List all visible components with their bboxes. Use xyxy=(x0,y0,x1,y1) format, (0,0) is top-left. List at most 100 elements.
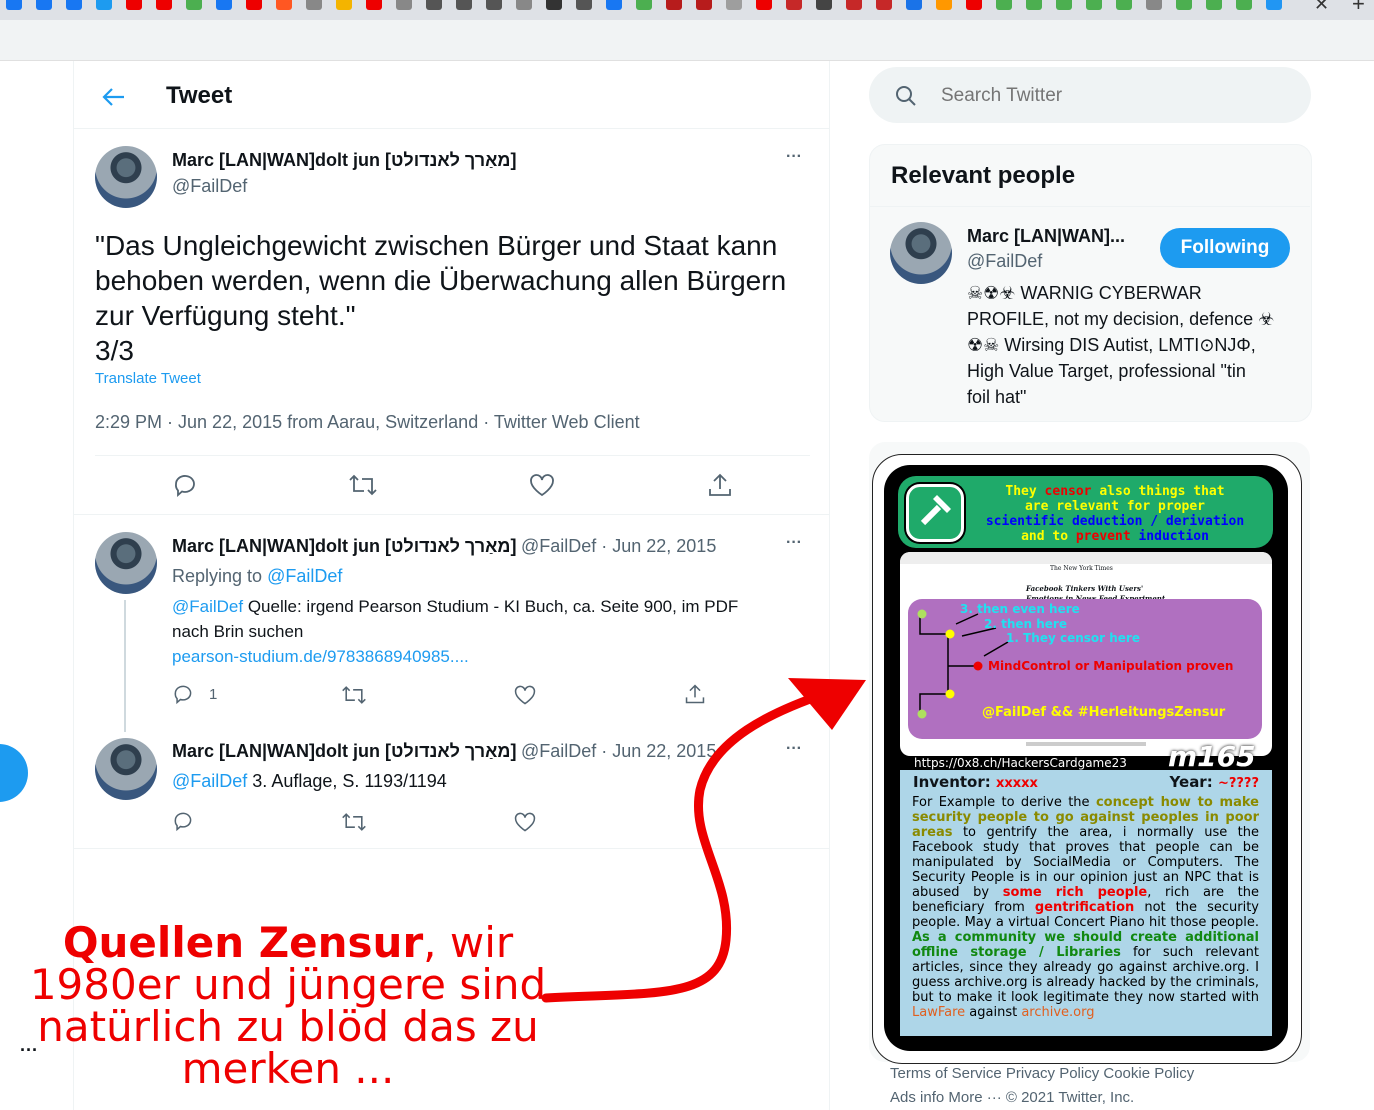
diagram-label: 2. then here xyxy=(984,617,1067,631)
browser-tab-favicon-icon[interactable] xyxy=(1086,0,1102,10)
inventor-label: Inventor: xyxy=(913,773,996,791)
card-text: scientific deduction / derivation xyxy=(985,514,1245,529)
browser-tab-favicon-icon[interactable] xyxy=(36,0,52,10)
author-handle[interactable]: @FailDef xyxy=(172,176,247,197)
browser-tab-favicon-icon[interactable] xyxy=(6,0,22,10)
more-options-icon[interactable]: ··· xyxy=(786,148,802,166)
browser-tab-favicon-icon[interactable] xyxy=(936,0,952,10)
card-screenshot: The New York Times Facebook Tinkers With… xyxy=(900,552,1272,756)
browser-tab-favicon-icon[interactable] xyxy=(1206,0,1222,10)
browser-tab-favicon-icon[interactable] xyxy=(246,0,262,10)
compose-tweet-button[interactable] xyxy=(0,744,28,802)
footer-links[interactable]: Terms of Service Privacy Policy Cookie P… xyxy=(890,1062,1270,1110)
browser-tab-favicon-icon[interactable] xyxy=(546,0,562,10)
retweet-icon[interactable] xyxy=(341,684,367,706)
avatar[interactable] xyxy=(95,738,157,800)
author-name[interactable]: Marc [LAN|WAN]dolt jun [מאַרך לאנדולט] xyxy=(172,150,517,171)
search-box[interactable] xyxy=(869,67,1311,123)
share-icon[interactable] xyxy=(707,472,733,498)
browser-tab-favicon-icon[interactable] xyxy=(786,0,802,10)
tweet-text-line: behoben werden, wenn die Überwachung all… xyxy=(95,265,787,296)
browser-tab-favicon-icon[interactable] xyxy=(1056,0,1072,10)
browser-tab-favicon-icon[interactable] xyxy=(1266,0,1282,10)
browser-tab-favicon-icon[interactable] xyxy=(276,0,292,10)
browser-tab-favicon-icon[interactable] xyxy=(816,0,832,10)
browser-tab-favicon-icon[interactable] xyxy=(396,0,412,10)
close-tab-icon[interactable]: ✕ xyxy=(1314,0,1329,15)
browser-tab-favicon-icon[interactable] xyxy=(336,0,352,10)
browser-tab-favicon-icon[interactable] xyxy=(426,0,442,10)
browser-tab-favicon-icon[interactable] xyxy=(306,0,322,10)
browser-tab-favicon-icon[interactable] xyxy=(1146,0,1162,10)
browser-tab-favicon-icon[interactable] xyxy=(1236,0,1252,10)
mention-link[interactable]: @FailDef xyxy=(172,771,247,791)
avatar[interactable] xyxy=(890,222,952,284)
search-input[interactable] xyxy=(939,81,1283,111)
card-text: They xyxy=(1005,484,1045,499)
tweet-text-line: "Das Ungleichgewicht zwischen Bürger und… xyxy=(95,230,778,261)
browser-tab-favicon-icon[interactable] xyxy=(906,0,922,10)
search-icon xyxy=(896,86,916,106)
browser-tab-favicon-icon[interactable] xyxy=(516,0,532,10)
browser-tab-favicon-icon[interactable] xyxy=(756,0,772,10)
browser-tab-favicon-icon[interactable] xyxy=(996,0,1012,10)
author-name[interactable]: Marc [LAN|WAN]dolt jun [מאַרך לאנדולט] xyxy=(172,536,517,556)
new-tab-icon[interactable]: + xyxy=(1352,0,1365,17)
browser-tab-favicon-icon[interactable] xyxy=(1176,0,1192,10)
reply-icon[interactable] xyxy=(172,683,194,705)
browser-tab-favicon-icon[interactable] xyxy=(846,0,862,10)
external-link[interactable]: pearson-studium.de/9783868940985.... xyxy=(172,647,469,666)
browser-tab-favicon-icon[interactable] xyxy=(156,0,172,10)
translate-tweet-link[interactable]: Translate Tweet xyxy=(95,370,201,387)
reply-icon[interactable] xyxy=(172,472,198,498)
footer-line[interactable]: Ads info More ··· © 2021 Twitter, Inc. xyxy=(890,1086,1270,1110)
browser-tab-favicon-icon[interactable] xyxy=(696,0,712,10)
browser-tab-favicon-icon[interactable] xyxy=(636,0,652,10)
card-header-text: They censor also things that are relevan… xyxy=(965,484,1265,544)
footer-line[interactable]: Terms of Service Privacy Policy Cookie P… xyxy=(890,1062,1270,1086)
following-button[interactable]: Following xyxy=(1160,228,1290,268)
browser-tab-favicon-icon[interactable] xyxy=(216,0,232,10)
reply-icon[interactable] xyxy=(172,810,194,832)
browser-tab-favicon-icon[interactable] xyxy=(456,0,472,10)
more-options-icon[interactable]: ··· xyxy=(786,534,802,552)
avatar[interactable] xyxy=(95,146,157,208)
avatar[interactable] xyxy=(95,532,157,594)
browser-tab-favicon-icon[interactable] xyxy=(96,0,112,10)
person-handle[interactable]: @FailDef xyxy=(967,251,1042,272)
author-name[interactable]: Marc [LAN|WAN]dolt jun [מאַרך לאנדולט] xyxy=(172,741,517,761)
tweet-timestamp: 2:29 PM · Jun 22, 2015 from Aarau, Switz… xyxy=(95,412,640,432)
mention-link[interactable]: @FailDef xyxy=(172,597,243,616)
browser-tab-favicon-icon[interactable] xyxy=(966,0,982,10)
like-icon[interactable] xyxy=(513,811,537,833)
browser-tab-favicon-icon[interactable] xyxy=(876,0,892,10)
card-text: censor xyxy=(1044,484,1092,499)
browser-tab-favicon-icon[interactable] xyxy=(666,0,682,10)
like-icon[interactable] xyxy=(528,473,556,497)
year-value: ~???? xyxy=(1217,776,1259,791)
browser-tab-favicon-icon[interactable] xyxy=(186,0,202,10)
browser-tab-favicon-icon[interactable] xyxy=(66,0,82,10)
browser-tab-favicon-icon[interactable] xyxy=(1026,0,1042,10)
browser-tab-favicon-icon[interactable] xyxy=(726,0,742,10)
annotation-arrow xyxy=(541,678,866,1003)
divider xyxy=(95,455,810,456)
browser-tab-favicon-icon[interactable] xyxy=(126,0,142,10)
divider xyxy=(74,128,829,129)
like-icon[interactable] xyxy=(513,684,537,706)
reply-text-content: nach Brin suchen xyxy=(172,622,304,641)
replying-to-handle[interactable]: @FailDef xyxy=(267,566,342,586)
tweet-text-line: 3/3 xyxy=(95,335,134,366)
card-url: https://0x8.ch/HackersCardgame23 xyxy=(914,756,1127,770)
person-name[interactable]: Marc [LAN|WAN]... xyxy=(967,226,1125,247)
tweet-text: "Das Ungleichgewicht zwischen Bürger und… xyxy=(95,228,825,368)
browser-tab-favicon-icon[interactable] xyxy=(606,0,622,10)
reply-text: @FailDef 3. Auflage, S. 1193/1194 xyxy=(172,771,447,792)
back-arrow-icon[interactable] xyxy=(102,86,126,108)
browser-tab-favicon-icon[interactable] xyxy=(576,0,592,10)
retweet-icon[interactable] xyxy=(348,473,378,497)
browser-tab-favicon-icon[interactable] xyxy=(486,0,502,10)
retweet-icon[interactable] xyxy=(341,811,367,833)
browser-tab-favicon-icon[interactable] xyxy=(366,0,382,10)
browser-tab-favicon-icon[interactable] xyxy=(1116,0,1132,10)
